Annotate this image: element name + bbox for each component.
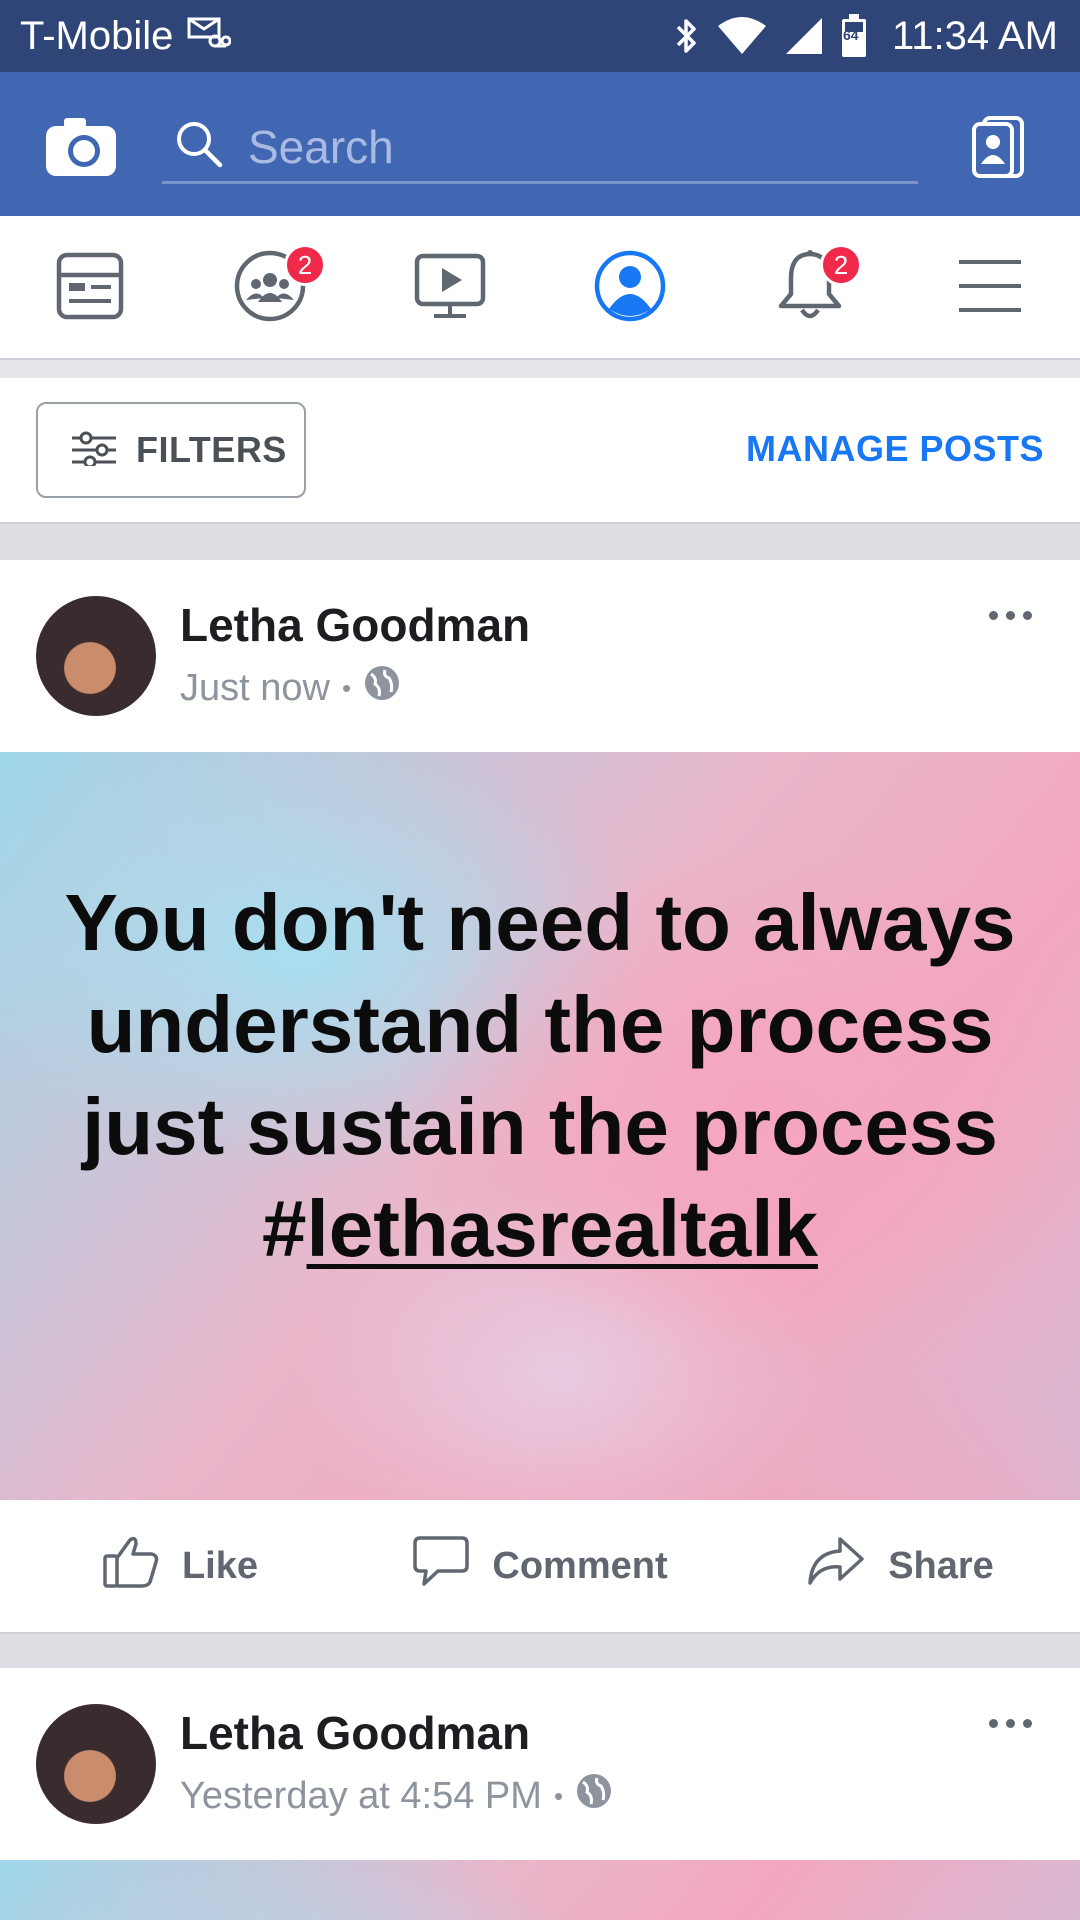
avatar[interactable] bbox=[36, 596, 156, 716]
watch-icon bbox=[414, 250, 486, 327]
carrier-label: T-Mobile bbox=[20, 13, 174, 58]
tab-groups[interactable]: 2 bbox=[180, 216, 360, 360]
notifications-badge: 2 bbox=[820, 244, 862, 286]
battery-level: 64 bbox=[842, 27, 859, 43]
post-author[interactable]: Letha Goodman bbox=[180, 598, 530, 652]
status-bar: T-Mobile 64 11:34 AM bbox=[0, 0, 1080, 72]
battery-icon: 64 bbox=[840, 13, 868, 59]
share-label: Share bbox=[888, 1544, 994, 1587]
post-timestamp[interactable]: Yesterday at 4:54 PM bbox=[180, 1775, 542, 1818]
search-bar[interactable] bbox=[162, 112, 918, 184]
section-divider bbox=[0, 522, 1080, 560]
filters-row: FILTERS MANAGE POSTS bbox=[0, 378, 1080, 522]
groups-badge: 2 bbox=[284, 244, 326, 286]
more-dot bbox=[1005, 1718, 1015, 1728]
post-background-image: You don't need to always understand the … bbox=[0, 752, 1080, 1500]
post-header: Letha Goodman Yesterday at 4:54 PM • bbox=[0, 1668, 1080, 1860]
bluetooth-icon bbox=[674, 15, 700, 57]
top-app-bar bbox=[0, 72, 1080, 216]
search-icon bbox=[162, 119, 224, 174]
share-button[interactable]: Share bbox=[720, 1500, 1080, 1632]
hashtag-link[interactable]: lethasrealtalk bbox=[307, 1184, 818, 1273]
comment-label: Comment bbox=[492, 1544, 668, 1587]
nav-tabs: 2 2 bbox=[0, 216, 1080, 360]
post-more-options[interactable] bbox=[980, 600, 1040, 630]
more-dot bbox=[1022, 610, 1032, 620]
meta-separator: • bbox=[341, 672, 352, 703]
share-icon bbox=[806, 1535, 866, 1597]
comment-button[interactable]: Comment bbox=[360, 1500, 720, 1632]
post-header: Letha Goodman Just now • bbox=[0, 560, 1080, 752]
post-meta: Just now • bbox=[180, 664, 401, 712]
like-button[interactable]: Like bbox=[0, 1500, 360, 1632]
meta-separator: • bbox=[553, 1780, 564, 1811]
tab-menu[interactable] bbox=[900, 216, 1080, 360]
comment-icon bbox=[412, 1534, 470, 1598]
post-more-options[interactable] bbox=[980, 1708, 1040, 1738]
like-label: Like bbox=[181, 1544, 259, 1587]
tab-news-feed[interactable] bbox=[0, 216, 180, 360]
news-feed-icon bbox=[55, 251, 125, 326]
post-text-body: You don't need to always understand the … bbox=[64, 878, 1016, 1171]
filters-icon bbox=[70, 430, 118, 471]
avatar[interactable] bbox=[36, 1704, 156, 1824]
post-author[interactable]: Letha Goodman bbox=[180, 1706, 530, 1760]
tab-watch[interactable] bbox=[360, 216, 540, 360]
post-actions: Like Comment Share bbox=[0, 1500, 1080, 1632]
clock-time: 11:34 AM bbox=[891, 13, 1058, 58]
voicemail-icon bbox=[187, 14, 232, 59]
filters-button[interactable]: FILTERS bbox=[36, 402, 306, 498]
section-divider bbox=[0, 1632, 1080, 1670]
hashtag-prefix: # bbox=[262, 1184, 307, 1273]
manage-posts-link[interactable]: MANAGE POSTS bbox=[746, 428, 1044, 470]
more-dot bbox=[988, 1718, 998, 1728]
more-dot bbox=[1022, 1718, 1032, 1728]
post-background-image bbox=[0, 1860, 1080, 1920]
nav-divider bbox=[0, 358, 1080, 378]
hamburger-menu-icon bbox=[957, 258, 1023, 319]
post-meta: Yesterday at 4:54 PM • bbox=[180, 1772, 613, 1820]
tab-notifications[interactable]: 2 bbox=[720, 216, 900, 360]
more-dot bbox=[1005, 610, 1015, 620]
profile-icon bbox=[593, 249, 667, 328]
thumbs-up-icon bbox=[102, 1534, 160, 1598]
post-timestamp[interactable]: Just now bbox=[180, 667, 330, 710]
wifi-icon bbox=[716, 16, 768, 56]
camera-icon[interactable] bbox=[44, 116, 118, 178]
more-dot bbox=[988, 610, 998, 620]
globe-icon bbox=[575, 1772, 613, 1820]
tab-profile[interactable] bbox=[540, 216, 720, 360]
globe-icon bbox=[363, 664, 401, 712]
messenger-contacts-icon[interactable] bbox=[970, 112, 1028, 182]
post-text: You don't need to always understand the … bbox=[60, 872, 1020, 1280]
filters-label: FILTERS bbox=[136, 429, 287, 470]
signal-icon bbox=[784, 16, 824, 56]
search-input[interactable] bbox=[248, 119, 888, 174]
